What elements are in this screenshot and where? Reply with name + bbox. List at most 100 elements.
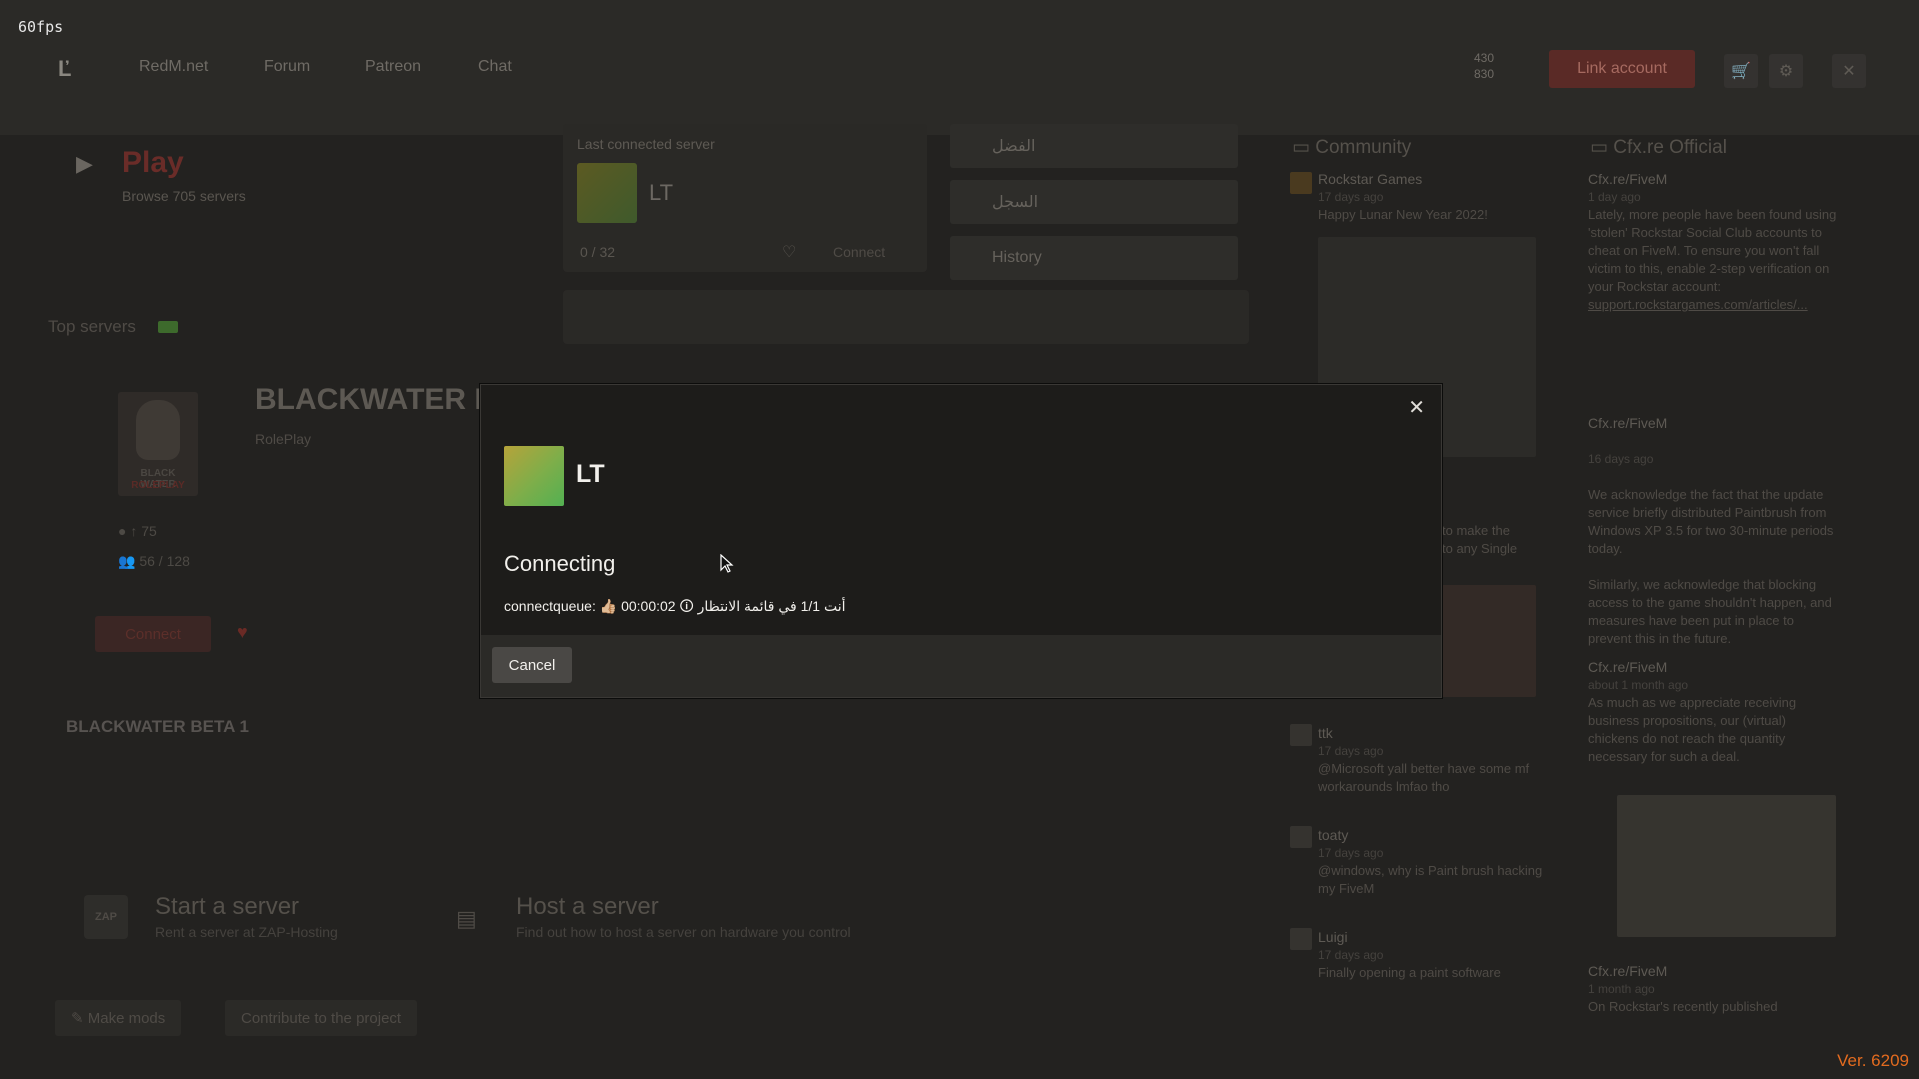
- post-image: [1617, 795, 1836, 937]
- community-side-text: to make the to any Single: [1442, 523, 1518, 556]
- community-post: ttk 17 days ago @Microsoft yall better h…: [1318, 724, 1548, 796]
- post-author: Cfx.re/FiveM: [1588, 659, 1668, 675]
- featured-connect-button[interactable]: Connect: [95, 616, 211, 652]
- exit-icon[interactable]: ✕: [1832, 54, 1866, 88]
- post-image: [1440, 585, 1536, 697]
- community-title-text: Community: [1315, 137, 1412, 158]
- dialog-message: connectqueue: 👍🏼 00:00:02 🛈 أنت 1/1 في ق…: [504, 598, 846, 614]
- chat-icon: ▭: [1590, 137, 1614, 158]
- server-icon: [504, 446, 564, 506]
- community-post: Luigi 17 days ago Finally opening a pain…: [1318, 928, 1548, 982]
- nav-forum[interactable]: Forum: [264, 58, 310, 76]
- post-author: Cfx.re/FiveM: [1588, 415, 1668, 431]
- last-connect-button[interactable]: Connect: [833, 244, 885, 260]
- post-author: Cfx.re/FiveM: [1588, 963, 1668, 979]
- post-text: Finally opening a paint software: [1318, 965, 1501, 980]
- link-account-button[interactable]: Link account: [1549, 50, 1695, 88]
- cfx-post: Cfx.re/FiveM 1 day ago Lately, more peop…: [1588, 170, 1838, 314]
- avatar: [1290, 826, 1312, 848]
- dialog-status: Connecting: [504, 551, 616, 576]
- menu-history-ar[interactable]: السجل: [950, 180, 1238, 224]
- avatar: [1290, 724, 1312, 746]
- player-count-line1: 430: [1474, 51, 1495, 65]
- gear-icon[interactable]: ⚙: [1769, 54, 1803, 88]
- cfx-post: Cfx.re/FiveM about 1 month ago As much a…: [1588, 658, 1838, 766]
- start-server-title[interactable]: Start a server: [155, 893, 299, 921]
- cfx-post: Cfx.re/FiveM 16 days ago We acknowledge …: [1588, 396, 1838, 666]
- close-icon[interactable]: ✕: [1408, 395, 1425, 420]
- top-bar: Ľ RedM.net Forum Patreon Chat 430 830 Li…: [0, 0, 1919, 135]
- start-server-subtitle: Rent a server at ZAP-Hosting: [155, 924, 338, 940]
- top-servers-badge: [158, 321, 178, 333]
- cancel-button[interactable]: Cancel: [492, 647, 572, 683]
- app-logo-icon[interactable]: Ľ: [58, 56, 80, 81]
- featured-server-name: BLACKWATER BE: [255, 383, 517, 416]
- play-title[interactable]: Play: [122, 146, 184, 180]
- make-mods-button[interactable]: ✎ Make mods: [55, 1000, 182, 1036]
- server-logo-text2: ROLEPLAY: [131, 480, 185, 491]
- post-text: We acknowledge the fact that the update …: [1588, 487, 1834, 646]
- server-rack-icon: ▤: [456, 906, 477, 931]
- server-list-row[interactable]: BLACKWATER BETA 1: [66, 717, 249, 737]
- menu-favorites[interactable]: الفضل: [950, 124, 1238, 168]
- host-server-subtitle: Find out how to host a server on hardwar…: [516, 924, 851, 940]
- player-count: 430 830: [1474, 50, 1494, 82]
- nav-chat[interactable]: Chat: [478, 58, 512, 76]
- post-text: @windows, why is Paint brush hacking my …: [1318, 863, 1543, 896]
- post-time: about 1 month ago: [1588, 678, 1689, 692]
- post-time: 17 days ago: [1318, 948, 1384, 962]
- make-mods-label: Make mods: [87, 1009, 166, 1027]
- connecting-dialog: ✕ LT Connecting connectqueue: 👍🏼 00:00:0…: [480, 384, 1442, 698]
- cart-icon[interactable]: 🛒: [1724, 54, 1758, 88]
- upvote-count: 75: [141, 523, 157, 539]
- post-author: toaty: [1318, 827, 1349, 843]
- featured-players: 56 / 128: [139, 553, 190, 569]
- play-subtitle: Browse 705 servers: [122, 188, 246, 204]
- search-bar[interactable]: [563, 290, 1249, 344]
- play-icon[interactable]: ▶: [76, 151, 93, 177]
- host-server-title[interactable]: Host a server: [516, 893, 659, 921]
- player-count-line2: 830: [1474, 67, 1495, 81]
- post-time: 17 days ago: [1318, 846, 1384, 860]
- post-text: On Rockstar's recently published: [1588, 999, 1778, 1014]
- cfx-title: ▭ Cfx.re Official: [1590, 136, 1727, 159]
- post-text: Lately, more people have been found usin…: [1588, 207, 1837, 294]
- post-text: Happy Lunar New Year 2022!: [1318, 207, 1488, 222]
- server-list-name: BLACKWATER BETA 1: [66, 717, 249, 736]
- heart-icon[interactable]: ♡: [782, 242, 796, 262]
- cfx-title-text: Cfx.re Official: [1613, 137, 1727, 158]
- post-author: Luigi: [1318, 929, 1348, 945]
- post-author: Rockstar Games: [1318, 171, 1423, 187]
- last-connected-label: Last connected server: [577, 136, 715, 152]
- contribute-button[interactable]: Contribute to the project: [225, 1000, 418, 1036]
- post-time: 16 days ago: [1588, 452, 1654, 466]
- post-link[interactable]: support.rockstargames.com/articles/...: [1588, 296, 1838, 314]
- avatar: [1290, 928, 1312, 950]
- last-server-players: 0 / 32: [580, 244, 616, 260]
- server-logo: BLACK WATER ROLEPLAY: [118, 392, 198, 496]
- featured-server-category: RolePlay: [255, 431, 312, 447]
- post-time: 17 days ago: [1318, 190, 1384, 204]
- heart-icon[interactable]: ♥: [237, 622, 248, 643]
- version-label: Ver. 6209: [1837, 1051, 1909, 1070]
- community-title: ▭ Community: [1292, 136, 1411, 159]
- post-time: 17 days ago: [1318, 744, 1384, 758]
- featured-server-stats: ● ↑ 75 👥 56 / 128: [118, 516, 190, 576]
- zap-hosting-icon: ZAP: [84, 895, 128, 939]
- menu-history[interactable]: History: [950, 236, 1238, 280]
- last-server-name: LT: [649, 180, 674, 205]
- cfx-post: Cfx.re/FiveM 1 month ago On Rockstar's r…: [1588, 962, 1838, 1032]
- community-post: toaty 17 days ago @windows, why is Paint…: [1318, 826, 1548, 898]
- nav-patreon[interactable]: Patreon: [365, 58, 421, 76]
- last-server-logo: [577, 163, 637, 223]
- dialog-footer: Cancel: [481, 635, 1441, 697]
- post-text: As much as we appreciate receiving busin…: [1588, 695, 1797, 764]
- dialog-server-name: LT: [576, 460, 605, 488]
- fps-counter: 60fps: [18, 18, 64, 36]
- avatar: [1290, 172, 1312, 194]
- post-time: 1 month ago: [1588, 982, 1655, 996]
- post-text: @Microsoft yall better have some mf work…: [1318, 761, 1530, 794]
- players-icon: 👥: [118, 553, 140, 569]
- nav-redm[interactable]: RedM.net: [139, 58, 208, 76]
- post-author: ttk: [1318, 725, 1333, 741]
